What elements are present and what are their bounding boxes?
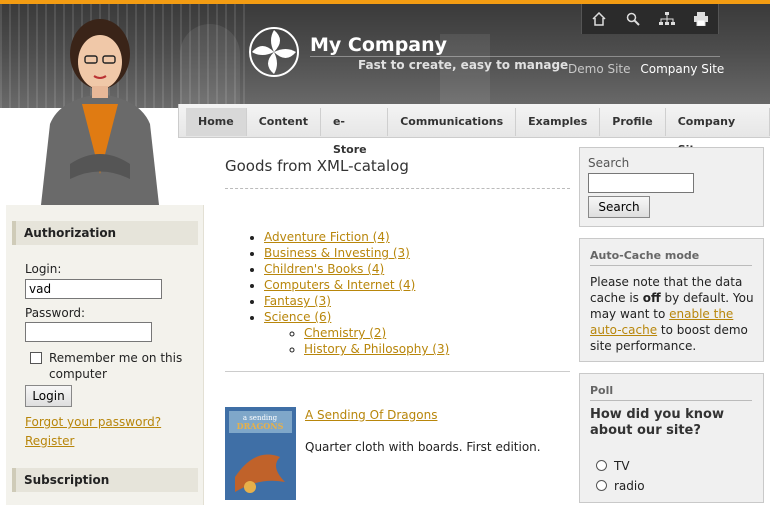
brand-divider — [310, 56, 720, 57]
poll-heading: Poll — [590, 384, 752, 401]
header-links: Demo Site Company Site — [568, 62, 730, 76]
tab-e-store[interactable]: e-Store — [321, 108, 389, 156]
category-link[interactable]: Business & Investing (3) — [264, 246, 410, 260]
book-description: Quarter cloth with boards. First edition… — [305, 440, 541, 454]
subcategory-link[interactable]: History & Philosophy (3) — [304, 342, 449, 356]
subscription-heading: Subscription — [12, 468, 198, 492]
remember-me-label: Remember me on this computer — [49, 351, 183, 381]
auto-cache-panel: Auto-Cache mode Please note that the dat… — [579, 238, 764, 362]
home-icon[interactable] — [590, 10, 608, 28]
svg-text:DRAGONS: DRAGONS — [237, 421, 284, 431]
login-button[interactable]: Login — [25, 385, 72, 407]
login-field[interactable] — [25, 279, 162, 299]
title-divider — [225, 188, 570, 189]
poll-panel: Poll How did you know about our site? TV… — [579, 373, 764, 503]
main-nav: Home Content e-Store Communications Exam… — [186, 108, 770, 156]
search-panel: Search Search — [579, 147, 764, 227]
authorization-heading: Authorization — [12, 221, 198, 245]
password-field[interactable] — [25, 322, 152, 342]
brand-name: My Company — [310, 34, 448, 56]
search-button[interactable]: Search — [588, 196, 650, 218]
company-site-link[interactable]: Company Site — [640, 62, 724, 76]
list-item: Fantasy (3) — [264, 293, 449, 309]
tab-home[interactable]: Home — [186, 108, 247, 136]
register-link[interactable]: Register — [25, 434, 74, 448]
category-link[interactable]: Children's Books (4) — [264, 262, 384, 276]
section-divider — [225, 371, 570, 372]
category-link[interactable]: Computers & Internet (4) — [264, 278, 415, 292]
book-cover-image[interactable]: a sending DRAGONS — [225, 407, 296, 500]
poll-option-label: radio — [614, 479, 645, 493]
remember-me-checkbox[interactable] — [30, 352, 42, 364]
list-item: History & Philosophy (3) — [304, 341, 449, 357]
page-title: Goods from XML-catalog — [225, 157, 409, 175]
category-link[interactable]: Adventure Fiction (4) — [264, 230, 390, 244]
auto-cache-heading: Auto-Cache mode — [590, 249, 752, 266]
search-input[interactable] — [588, 173, 694, 193]
subcategory-list: Chemistry (2) History & Philosophy (3) — [264, 325, 449, 357]
auto-cache-text: Please note that the data cache is off b… — [590, 274, 756, 354]
list-item: Business & Investing (3) — [264, 245, 449, 261]
book-title-link[interactable]: A Sending Of Dragons — [305, 408, 437, 422]
brand-tagline: Fast to create, easy to manage — [358, 58, 569, 72]
poll-radio-radio[interactable] — [596, 480, 607, 491]
poll-option-label: TV — [614, 459, 630, 473]
category-list: Adventure Fiction (4) Business & Investi… — [246, 229, 449, 357]
sitemap-icon[interactable] — [658, 10, 676, 28]
tab-content[interactable]: Content — [247, 108, 321, 136]
businesswoman-photo — [40, 19, 160, 214]
cache-text-bold: off — [642, 291, 661, 305]
header-toolbar — [581, 4, 719, 34]
poll-question: How did you know about our site? — [590, 407, 724, 438]
list-item: Children's Books (4) — [264, 261, 449, 277]
list-item: Chemistry (2) — [304, 325, 449, 341]
search-label: Search — [588, 156, 630, 170]
subcategory-link[interactable]: Chemistry (2) — [304, 326, 386, 340]
tab-profile[interactable]: Profile — [600, 108, 666, 136]
forgot-password-link[interactable]: Forgot your password? — [25, 415, 161, 429]
password-label: Password: — [25, 306, 86, 320]
category-link[interactable]: Science (6) — [264, 310, 331, 324]
list-item: Adventure Fiction (4) — [264, 229, 449, 245]
category-link[interactable]: Fantasy (3) — [264, 294, 331, 308]
poll-radio-tv[interactable] — [596, 460, 607, 471]
login-label: Login: — [25, 262, 62, 276]
search-icon[interactable] — [624, 10, 642, 28]
company-logo-icon — [249, 27, 299, 77]
tab-examples[interactable]: Examples — [516, 108, 601, 136]
demo-site-link[interactable]: Demo Site — [568, 62, 631, 76]
list-item: Computers & Internet (4) — [264, 277, 449, 293]
print-icon[interactable] — [692, 10, 710, 28]
tab-communications[interactable]: Communications — [388, 108, 517, 136]
tab-company-site[interactable]: Company Site — [666, 108, 770, 156]
list-item: Science (6) Chemistry (2) History & Phil… — [264, 309, 449, 357]
